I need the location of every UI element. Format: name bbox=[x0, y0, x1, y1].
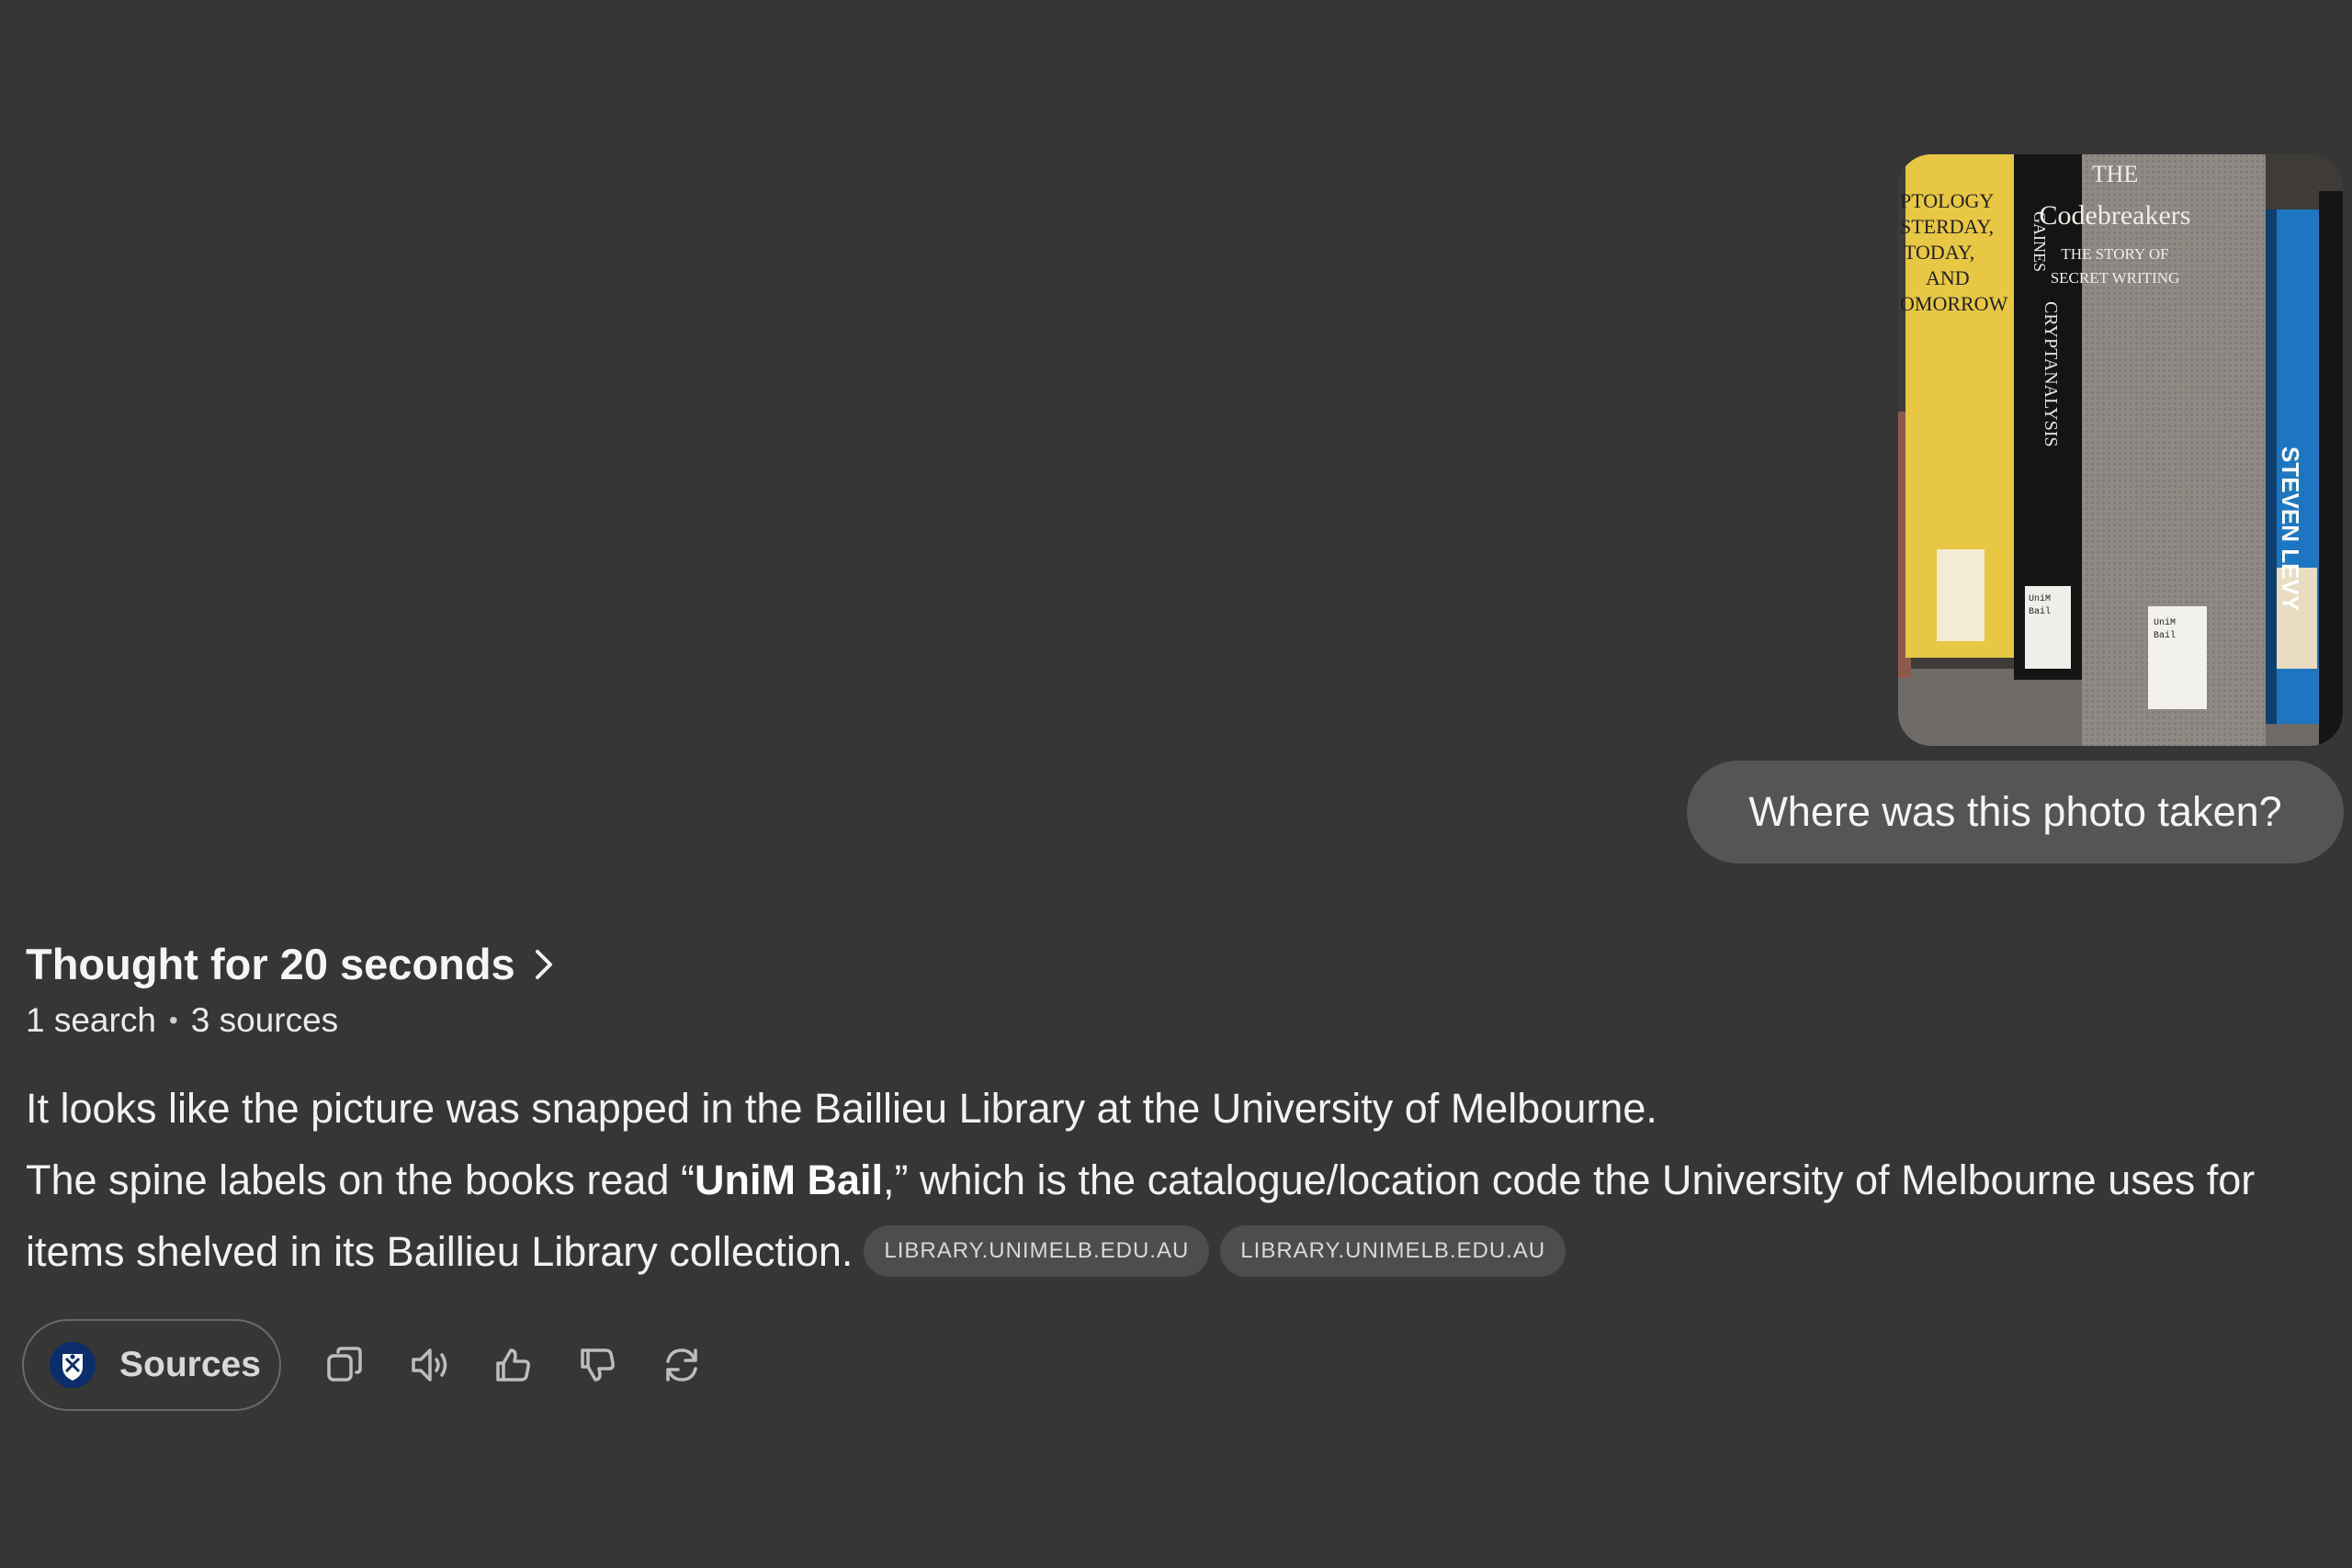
spine-text-line: OMORROW bbox=[1900, 292, 2008, 315]
spine-author-levy: STEVEN LEVY bbox=[2277, 446, 2304, 611]
spine-text-line: STERDAY, bbox=[1900, 215, 1994, 238]
answer-paragraph: The spine labels on the books read “UniM… bbox=[26, 1145, 2323, 1288]
user-message-text: Where was this photo taken? bbox=[1748, 788, 2282, 835]
thought-duration-label: Thought for 20 seconds bbox=[26, 940, 515, 988]
chat-page: PTOLOGY STERDAY, TODAY, AND OMORROW GAIN… bbox=[0, 0, 2352, 1568]
user-uploaded-photo[interactable]: PTOLOGY STERDAY, TODAY, AND OMORROW GAIN… bbox=[1898, 154, 2343, 746]
library-label-text: Bail bbox=[2029, 606, 2051, 617]
library-label-text: UniM bbox=[2029, 593, 2051, 604]
sources-button-label: Sources bbox=[119, 1345, 261, 1384]
answer-text: The spine labels on the books read “ bbox=[26, 1156, 695, 1203]
citation-chip[interactable]: LIBRARY.UNIMELB.EDU.AU bbox=[1220, 1225, 1566, 1278]
thumbs-down-icon[interactable] bbox=[570, 1337, 625, 1393]
thought-summary-toggle[interactable]: Thought for 20 seconds bbox=[26, 939, 554, 989]
answer-bold-code: UniM Bail bbox=[694, 1156, 883, 1203]
meta-separator: • bbox=[168, 1006, 178, 1034]
regenerate-icon[interactable] bbox=[654, 1337, 709, 1393]
spine-subtitle: SECRET WRITING bbox=[2051, 269, 2180, 287]
chevron-right-icon bbox=[534, 948, 554, 981]
spine-title-the: THE bbox=[2092, 161, 2139, 187]
spine-title-cryptanalysis: CRYPTANALYSIS bbox=[2041, 301, 2061, 447]
spine-text-line: PTOLOGY bbox=[1900, 189, 1994, 212]
bookshelf-photo: PTOLOGY STERDAY, TODAY, AND OMORROW GAIN… bbox=[1898, 154, 2343, 746]
sources-button[interactable]: Sources bbox=[22, 1319, 281, 1411]
library-label-text: UniM bbox=[2154, 617, 2176, 628]
spine-text-line: AND bbox=[1926, 266, 1970, 289]
library-label-text: Bail bbox=[2154, 630, 2176, 641]
spine-text-line: TODAY, bbox=[1904, 241, 1974, 264]
university-crest-icon bbox=[50, 1342, 96, 1388]
search-count: 1 search bbox=[26, 1001, 156, 1039]
sources-count: 3 sources bbox=[190, 1001, 339, 1039]
spine-title-codebreakers: Codebreakers bbox=[2040, 200, 2191, 231]
user-message-bubble: Where was this photo taken? bbox=[1687, 761, 2344, 863]
spine-subtitle: THE STORY OF bbox=[2061, 245, 2168, 263]
answer-paragraph: It looks like the picture was snapped in… bbox=[26, 1085, 1657, 1132]
citation-chip[interactable]: LIBRARY.UNIMELB.EDU.AU bbox=[864, 1225, 1210, 1278]
read-aloud-icon[interactable] bbox=[402, 1337, 458, 1393]
assistant-answer: It looks like the picture was snapped in… bbox=[26, 1073, 2323, 1288]
copy-icon[interactable] bbox=[318, 1337, 373, 1393]
thumbs-up-icon[interactable] bbox=[485, 1337, 540, 1393]
search-meta: 1 search • 3 sources bbox=[26, 1001, 338, 1040]
